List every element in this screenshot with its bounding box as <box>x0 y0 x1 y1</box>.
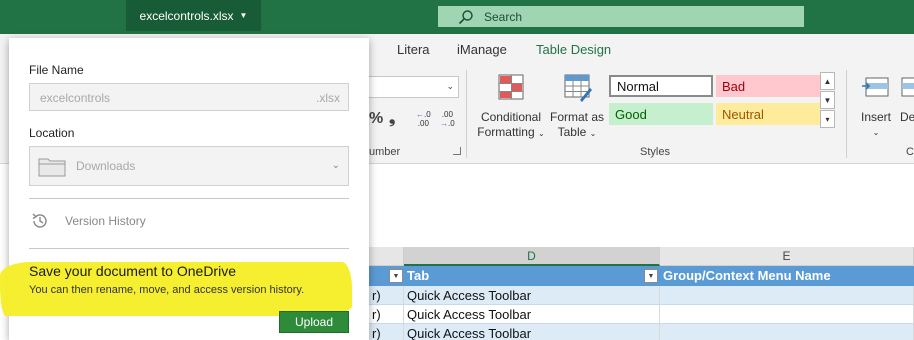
title-bar: excelcontrols.xlsx ▼ Search <box>0 0 914 34</box>
delete-button[interactable]: De <box>900 72 914 125</box>
style-normal[interactable]: Normal <box>609 75 713 97</box>
filter-dropdown-icon[interactable]: ▼ <box>389 269 403 283</box>
style-good[interactable]: Good <box>609 103 713 125</box>
divider <box>29 248 349 249</box>
table-row: r) Quick Access Toolbar <box>369 286 914 305</box>
chevron-up-icon: ▲ <box>823 76 832 86</box>
folder-icon <box>38 158 66 177</box>
onedrive-promo-subtitle: You can then rename, move, and access ve… <box>29 284 305 296</box>
table-cell[interactable]: Quick Access Toolbar <box>404 305 660 324</box>
chevron-down-icon: ⌄ <box>872 128 880 137</box>
file-name-value: excelcontrols <box>40 91 111 105</box>
conditional-formatting-button[interactable]: Conditional Formatting ⌄ <box>476 72 546 141</box>
table-row: r) Quick Access Toolbar <box>369 324 914 340</box>
table-cell[interactable]: r) <box>369 324 404 340</box>
header-cell-tab[interactable]: Tab <box>404 266 660 285</box>
chevron-down-icon: ▼ <box>239 11 248 20</box>
table-cell[interactable]: Quick Access Toolbar <box>404 286 660 305</box>
version-history-label: Version History <box>65 214 146 228</box>
table-cell[interactable] <box>660 305 914 324</box>
history-icon <box>32 213 47 228</box>
styles-group-label: Styles <box>640 146 670 158</box>
chevron-down-icon: ▼ <box>823 95 832 105</box>
table-cell[interactable] <box>660 286 914 305</box>
file-name-label: File Name <box>29 63 84 77</box>
table-cell[interactable] <box>660 324 914 340</box>
chevron-down-icon: ⌄ <box>589 129 597 138</box>
decrease-decimal-button[interactable]: .00 →.0 <box>440 110 455 128</box>
table-row: r) Quick Access Toolbar <box>369 305 914 324</box>
location-dropdown[interactable]: Downloads ⌄ <box>29 146 349 186</box>
conditional-formatting-icon <box>498 74 524 100</box>
more-icon: ▾ <box>825 114 830 124</box>
header-cell-group-name[interactable]: Group/Context Menu Name <box>660 266 914 285</box>
tab-table-design[interactable]: Table Design <box>536 42 611 57</box>
arrow-left-icon: ← <box>416 110 424 119</box>
tab-litera[interactable]: Litera <box>397 42 430 57</box>
styles-more-button[interactable]: ▾ <box>820 110 835 128</box>
tab-imanage[interactable]: iManage <box>457 42 507 57</box>
cells-group-label: C <box>906 146 914 158</box>
upload-button[interactable]: Upload <box>279 311 349 333</box>
file-name-field[interactable]: excelcontrols .xlsx <box>29 83 349 111</box>
table-header-row: ▼ Tab ▼ Group/Context Menu Name <box>369 266 914 286</box>
increase-decimal-button[interactable]: ←.0 .00 <box>416 110 431 128</box>
column-header[interactable] <box>369 247 404 266</box>
location-value: Downloads <box>76 159 136 173</box>
chevron-down-icon: ⌄ <box>538 129 545 138</box>
format-as-table-button[interactable]: Format as Table ⌄ <box>548 72 606 141</box>
divider <box>29 198 349 199</box>
styles-scroll-up[interactable]: ▲ <box>820 72 835 90</box>
styles-scroll-down[interactable]: ▼ <box>820 91 835 109</box>
chevron-down-icon: ⌄ <box>331 160 340 171</box>
location-label: Location <box>29 126 75 140</box>
filename-label: excelcontrols.xlsx <box>139 8 234 23</box>
percent-style-button[interactable]: % <box>369 110 383 128</box>
format-as-table-icon <box>564 74 592 102</box>
delete-cells-icon <box>901 77 914 97</box>
onedrive-promo-title: Save your document to OneDrive <box>29 263 236 279</box>
insert-button[interactable]: Insert ⌄ <box>856 72 896 140</box>
column-header-d[interactable]: D <box>404 247 660 266</box>
style-bad[interactable]: Bad <box>716 75 820 97</box>
file-info-panel: File Name excelcontrols .xlsx Location D… <box>0 38 369 340</box>
number-group-label: umber <box>369 146 401 158</box>
column-header-e[interactable]: E <box>660 247 914 266</box>
group-divider <box>466 70 467 158</box>
arrow-right-icon: → <box>440 119 448 128</box>
insert-cells-icon <box>862 77 889 97</box>
chevron-down-icon: ⌄ <box>446 81 454 91</box>
file-extension: .xlsx <box>316 91 340 105</box>
dialog-launcher-icon[interactable] <box>453 147 461 155</box>
filename-button[interactable]: excelcontrols.xlsx ▼ <box>126 0 261 31</box>
search-box[interactable]: Search <box>438 6 804 27</box>
version-history-button[interactable]: Version History <box>31 212 146 230</box>
comma-style-button[interactable]: ❟ <box>389 110 395 128</box>
number-format-dropdown[interactable]: ⌄ <box>369 76 459 98</box>
group-divider <box>846 70 847 158</box>
table-cell[interactable]: Quick Access Toolbar <box>404 324 660 340</box>
style-neutral[interactable]: Neutral <box>716 103 820 125</box>
search-icon <box>458 9 473 24</box>
search-label: Search <box>484 9 523 24</box>
table-cell[interactable]: r) <box>369 286 404 305</box>
filter-dropdown-icon[interactable]: ▼ <box>644 269 658 283</box>
table-cell[interactable]: r) <box>369 305 404 324</box>
